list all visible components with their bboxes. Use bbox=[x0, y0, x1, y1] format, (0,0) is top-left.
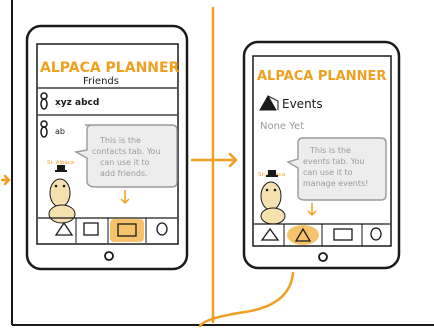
tab-contacts[interactable] bbox=[110, 219, 144, 242]
bubble-line: events tab. You bbox=[303, 157, 365, 166]
active-tab-highlight bbox=[110, 219, 144, 242]
bubble-line: This is the bbox=[99, 136, 141, 145]
app-title: ALPACA PLANNER bbox=[257, 69, 386, 84]
left-phone: ALPACA PLANNER Friends xyz abcd ab This … bbox=[25, 24, 189, 271]
bubble-line: can use it to bbox=[303, 168, 353, 177]
friend-name: ab bbox=[55, 127, 65, 136]
app-title: ALPACA PLANNER bbox=[40, 60, 180, 76]
bubble-line: This is the bbox=[309, 146, 351, 155]
friend-name: xyz abcd bbox=[55, 98, 99, 108]
events-header: Events bbox=[259, 94, 323, 111]
tab-events[interactable] bbox=[287, 225, 319, 245]
storyboard-canvas: ALPACA PLANNER Friends xyz abcd ab This … bbox=[0, 0, 434, 328]
bubble-line: add friends. bbox=[100, 169, 148, 178]
bubble-line: can use it to bbox=[100, 158, 150, 167]
bubble-line: manage events! bbox=[303, 179, 368, 188]
page-title: Events bbox=[282, 97, 323, 111]
right-phone: ALPACA PLANNER Events None Yet This is t… bbox=[242, 40, 401, 270]
incoming-arrow bbox=[0, 174, 11, 186]
page-title: Friends bbox=[83, 76, 119, 87]
bubble-line: contacts tab. You bbox=[92, 147, 161, 156]
empty-state-text: None Yet bbox=[260, 121, 304, 132]
